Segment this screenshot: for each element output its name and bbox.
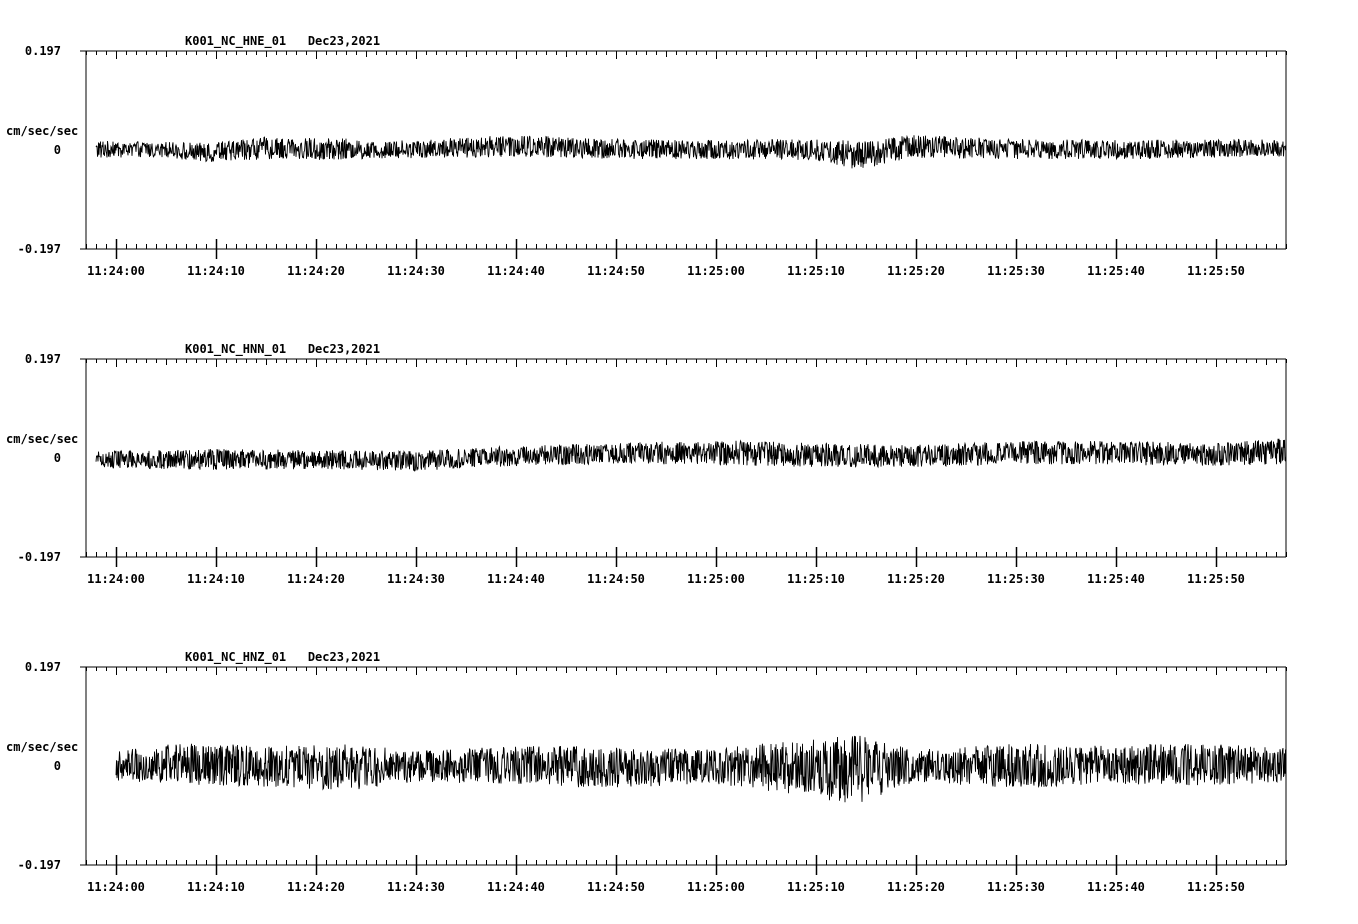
x-tick-label: 11:24:50 (587, 572, 645, 586)
x-tick-label: 11:24:10 (187, 880, 245, 894)
x-tick-label: 11:25:50 (1187, 264, 1245, 278)
x-tick-label: 11:24:00 (87, 880, 145, 894)
y-tick-label-zero: 0 (54, 451, 61, 465)
trace-panel-1: 11:24:00 11:24:10 11:24:20 11:24:30 11:24:40… (6, 34, 1287, 278)
x-tick-label: 11:25:10 (787, 264, 845, 278)
y-tick-label-zero: 0 (54, 143, 61, 157)
x-tick-label: 11:25:20 (887, 572, 945, 586)
x-tick-label: 11:24:30 (387, 572, 445, 586)
x-tick-label: 11:24:40 (487, 264, 545, 278)
chart-title: K001_NC_HNZ_01 Dec23,2021 (185, 650, 380, 665)
chart-title: K001_NC_HNN_01 Dec23,2021 (185, 342, 380, 357)
x-tick-label: 11:24:20 (287, 572, 345, 586)
x-tick-label: 11:24:30 (387, 264, 445, 278)
x-tick-label: 11:25:20 (887, 880, 945, 894)
x-tick-label: 11:25:40 (1087, 572, 1145, 586)
y-tick-label-top: 0.197 (25, 44, 61, 58)
x-tick-label: 11:25:50 (1187, 572, 1245, 586)
y-tick-label-bottom: -0.197 (18, 550, 61, 564)
x-tick-label: 11:24:50 (587, 880, 645, 894)
y-tick-label-top: 0.197 (25, 660, 61, 674)
x-tick-label: 11:25:10 (787, 572, 845, 586)
y-axis-label: cm/sec/sec (6, 124, 78, 138)
x-tick-label: 11:25:40 (1087, 264, 1145, 278)
x-tick-label: 11:24:00 (87, 264, 145, 278)
x-tick-label: 11:25:00 (687, 264, 745, 278)
x-tick-label: 11:24:10 (187, 572, 245, 586)
x-tick-label: 11:25:30 (987, 880, 1045, 894)
chart-title: K001_NC_HNE_01 Dec23,2021 (185, 34, 380, 49)
trace-panel-3: 11:24:00 11:24:10 11:24:20 11:24:30 11:24:40… (6, 650, 1287, 894)
waveform-trace (95, 134, 1287, 169)
x-tick-label: 11:25:50 (1187, 880, 1245, 894)
x-tick-label: 11:25:20 (887, 264, 945, 278)
x-tick-label: 11:24:10 (187, 264, 245, 278)
x-tick-label: 11:25:40 (1087, 880, 1145, 894)
y-tick-label-zero: 0 (54, 759, 61, 773)
trace-panel-2: 11:24:00 11:24:10 11:24:20 11:24:30 11:24:40… (6, 342, 1287, 586)
x-tick-label: 11:24:40 (487, 880, 545, 894)
x-tick-label: 11:25:30 (987, 572, 1045, 586)
x-tick-label: 11:24:00 (87, 572, 145, 586)
x-tick-label: 11:25:00 (687, 572, 745, 586)
y-tick-label-top: 0.197 (25, 352, 61, 366)
y-axis-label: cm/sec/sec (6, 432, 78, 446)
x-tick-label: 11:25:10 (787, 880, 845, 894)
x-tick-label: 11:25:30 (987, 264, 1045, 278)
x-tick-label: 11:25:00 (687, 880, 745, 894)
seismogram-figure: 11:24:00 11:24:10 11:24:20 11:24:30 11:24:40… (6, 34, 1287, 894)
waveform-trace (95, 438, 1287, 472)
x-tick-label: 11:24:20 (287, 880, 345, 894)
y-tick-label-bottom: -0.197 (18, 858, 61, 872)
x-tick-label: 11:24:30 (387, 880, 445, 894)
x-tick-label: 11:24:50 (587, 264, 645, 278)
x-tick-label: 11:24:40 (487, 572, 545, 586)
y-axis-label: cm/sec/sec (6, 740, 78, 754)
waveform-trace (115, 735, 1287, 803)
x-tick-label: 11:24:20 (287, 264, 345, 278)
y-tick-label-bottom: -0.197 (18, 242, 61, 256)
